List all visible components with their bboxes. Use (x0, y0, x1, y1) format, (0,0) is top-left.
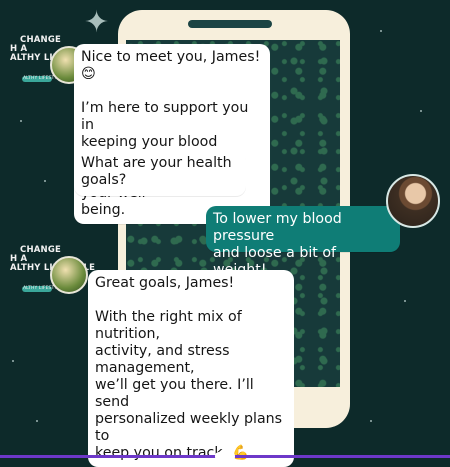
message-text: What are your health (81, 155, 232, 171)
star (20, 120, 22, 122)
star (12, 360, 14, 362)
star (370, 420, 372, 422)
user-message: To lower my blood pressure and loose a b… (206, 206, 400, 278)
star (380, 30, 382, 32)
message-text: keep you on track. 💪 (95, 445, 250, 461)
sparkle-icon: ✦ (84, 5, 110, 40)
message-text: goals? (81, 172, 127, 188)
bot-message-3: Great goals, James! With the right mix o… (88, 270, 294, 467)
scroll-handle[interactable] (215, 452, 235, 461)
message-text: we’ll get you there. I’ll send (95, 377, 254, 410)
message-text: Nice to meet you, James! 😊 (81, 49, 261, 82)
canvas: ✦ CHANGE H A ALTHY LIFESTYLE ALTHY LIFES… (0, 0, 450, 467)
message-text: activity, and stress management, (95, 343, 230, 376)
star (420, 110, 422, 112)
message-text: Great goals, James! (95, 275, 235, 291)
star (404, 300, 406, 302)
bot-message-2: What are your health goals? (74, 150, 246, 196)
message-text: personalized weekly plans to (95, 411, 283, 444)
message-text: I’m here to support you in (81, 100, 249, 133)
phone-speaker (188, 20, 272, 28)
star (44, 180, 46, 182)
coach-avatar (50, 256, 88, 294)
star (36, 420, 38, 422)
user-avatar (386, 174, 440, 228)
message-text: With the right mix of nutrition, (95, 309, 242, 342)
message-text: To lower my blood pressure (213, 211, 342, 244)
brand-logo: CHANGE H A ALTHY LIFESTYLE ALTHY LIFESTY… (10, 246, 95, 306)
bot-message-1: Nice to meet you, James! 😊 I’m here to s… (74, 44, 270, 224)
